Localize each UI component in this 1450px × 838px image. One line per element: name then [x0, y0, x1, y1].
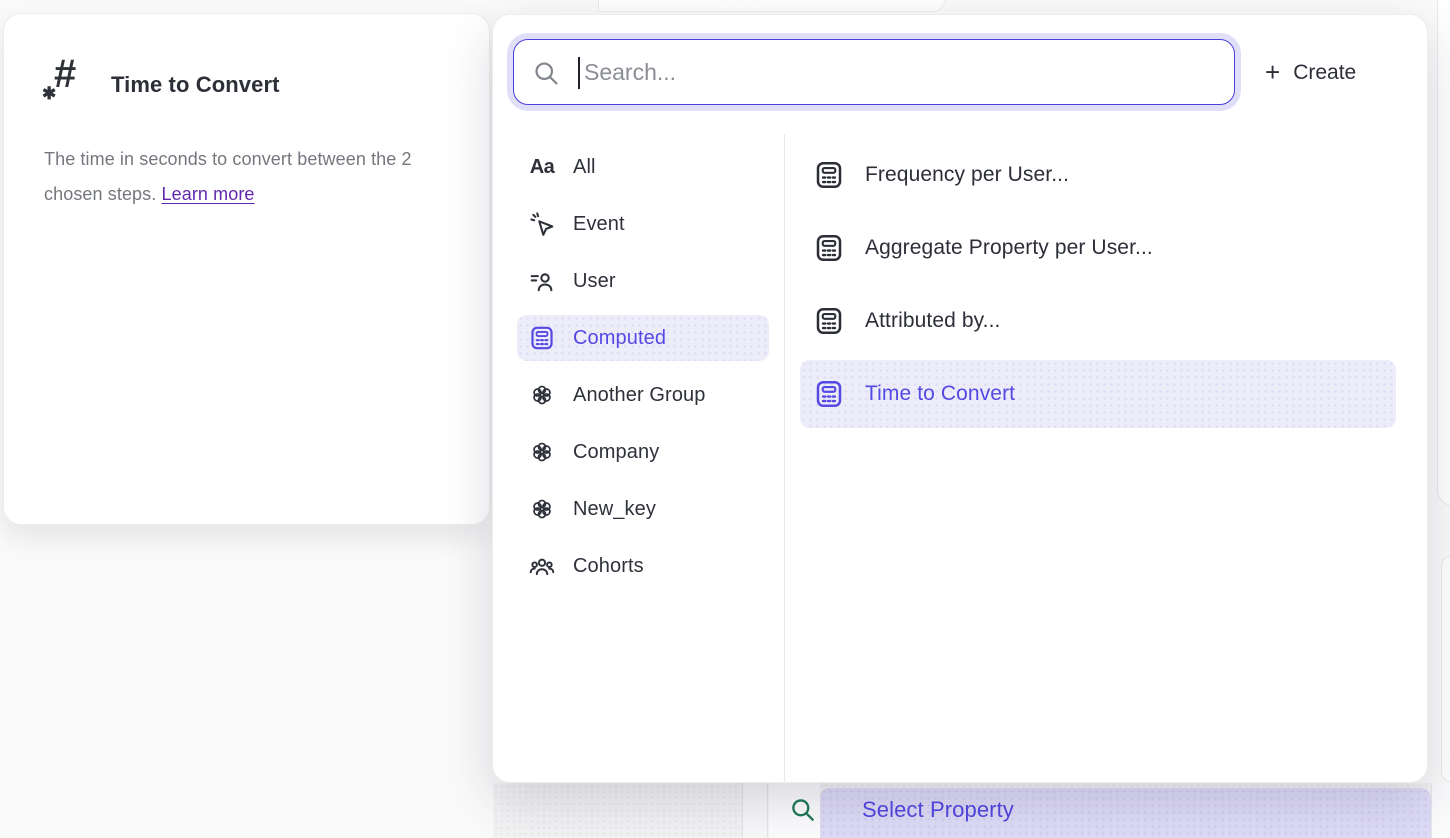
- user-icon: [529, 268, 555, 294]
- background-card-edge: [1437, 0, 1450, 506]
- group-flower-icon: [529, 496, 555, 522]
- screen: Select Property # ✱ Time to Convert The …: [0, 0, 1450, 838]
- select-property-field[interactable]: Select Property: [820, 788, 1431, 838]
- text-aa-icon: Aa: [529, 154, 555, 180]
- group-flower-icon: [529, 382, 555, 408]
- strip-column: [1431, 783, 1450, 838]
- calculator-icon: [529, 325, 555, 351]
- search-input[interactable]: [514, 40, 1234, 104]
- background-panel-edge: [598, 0, 946, 12]
- group-flower-icon: [529, 439, 555, 465]
- category-company[interactable]: Company: [517, 429, 769, 475]
- calculator-icon: [814, 379, 844, 409]
- category-user[interactable]: User: [517, 258, 769, 304]
- tooltip-title: Time to Convert: [111, 72, 280, 98]
- numeric-property-icon: # ✱: [42, 56, 94, 112]
- category-computed[interactable]: Computed: [517, 315, 769, 361]
- calculator-icon: [814, 306, 844, 336]
- calculator-icon: [814, 233, 844, 263]
- search-field[interactable]: [513, 39, 1235, 105]
- background-divider: [723, 0, 724, 1]
- category-all[interactable]: Aa All: [517, 144, 769, 190]
- plus-icon: +: [1265, 59, 1280, 85]
- cohorts-people-icon: [529, 553, 555, 579]
- category-another-group[interactable]: Another Group: [517, 372, 769, 418]
- category-event[interactable]: Event: [517, 201, 769, 247]
- result-frequency-per-user[interactable]: Frequency per User...: [800, 151, 1396, 199]
- learn-more-link[interactable]: Learn more: [161, 184, 254, 204]
- result-list: Frequency per User... Aggregate Property…: [800, 151, 1396, 453]
- category-list: Aa All Event: [517, 144, 769, 600]
- result-attributed-by[interactable]: Attributed by...: [800, 297, 1396, 345]
- select-property-label: Select Property: [862, 797, 1014, 823]
- property-selector-popover: + Create Aa All Event: [492, 14, 1428, 783]
- category-cohorts[interactable]: Cohorts: [517, 543, 769, 589]
- event-cursor-icon: [529, 211, 555, 237]
- vertical-divider: [784, 134, 785, 784]
- result-time-to-convert[interactable]: Time to Convert: [800, 360, 1396, 428]
- property-tooltip-card: # ✱ Time to Convert The time in seconds …: [3, 13, 490, 525]
- background-card-edge: [1441, 556, 1450, 782]
- search-icon: [789, 796, 816, 823]
- create-button-label: Create: [1293, 61, 1356, 85]
- strip-column: [742, 783, 768, 838]
- create-button[interactable]: + Create: [1265, 55, 1356, 91]
- tooltip-description: The time in seconds to convert between t…: [44, 142, 444, 212]
- background-divider: [738, 0, 739, 1]
- calculator-icon: [814, 160, 844, 190]
- result-aggregate-property-per-user[interactable]: Aggregate Property per User...: [800, 224, 1396, 272]
- background-divider: [753, 0, 754, 1]
- category-new-key[interactable]: New_key: [517, 486, 769, 532]
- query-builder-strip: Select Property: [493, 783, 1450, 838]
